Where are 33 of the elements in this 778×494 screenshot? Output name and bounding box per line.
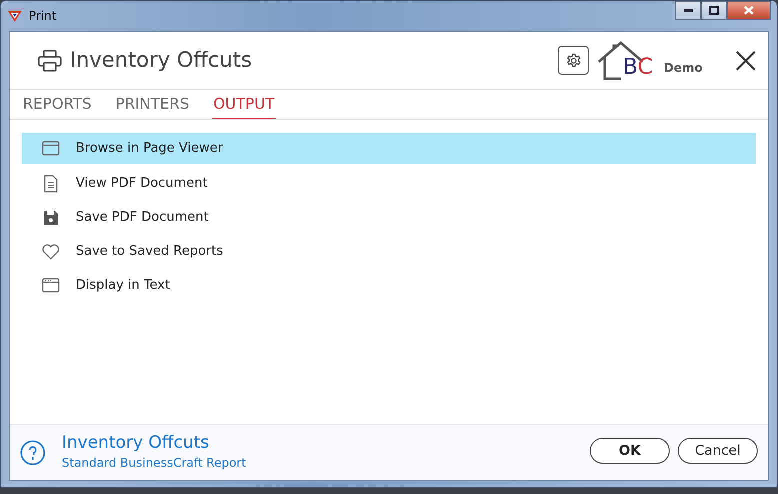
output-option[interactable]: Save to Saved Reports [22, 235, 756, 269]
cancel-button[interactable]: Cancel [678, 438, 758, 464]
logo-text: BC [623, 56, 654, 78]
minimize-button[interactable] [675, 1, 701, 20]
tab[interactable]: OUTPUT [212, 90, 276, 119]
report-subtitle: Standard BusinessCraft Report [62, 454, 246, 472]
output-option[interactable]: Save PDF Document [22, 201, 756, 235]
edition-label: Demo [664, 60, 703, 76]
save-icon [42, 209, 60, 227]
tab[interactable]: REPORTS [22, 90, 93, 119]
settings-button[interactable] [558, 46, 589, 75]
tab[interactable]: PRINTERS [114, 90, 190, 119]
heart-icon [42, 243, 60, 261]
window-icon [42, 140, 60, 158]
window-title: Print [29, 8, 57, 25]
output-option[interactable]: Display in Text [22, 269, 756, 303]
output-option[interactable]: Browse in Page Viewer [22, 133, 756, 164]
output-option[interactable]: View PDF Document [22, 167, 756, 201]
close-icon [744, 6, 754, 15]
report-title: Inventory Offcuts [62, 433, 210, 454]
settings-icon [566, 52, 582, 68]
close-button[interactable] [727, 1, 771, 20]
printer-icon [38, 50, 62, 72]
ok-button[interactable]: OK [590, 438, 670, 464]
help-icon[interactable] [20, 440, 46, 466]
minimize-icon [684, 9, 692, 12]
document-icon [42, 175, 60, 193]
maximize-button[interactable] [701, 1, 727, 20]
maximize-icon [709, 6, 719, 15]
window-icon [42, 277, 60, 295]
app-icon [7, 9, 23, 23]
dialog-title: Inventory Offcuts [70, 46, 252, 74]
close-icon[interactable] [736, 50, 756, 70]
